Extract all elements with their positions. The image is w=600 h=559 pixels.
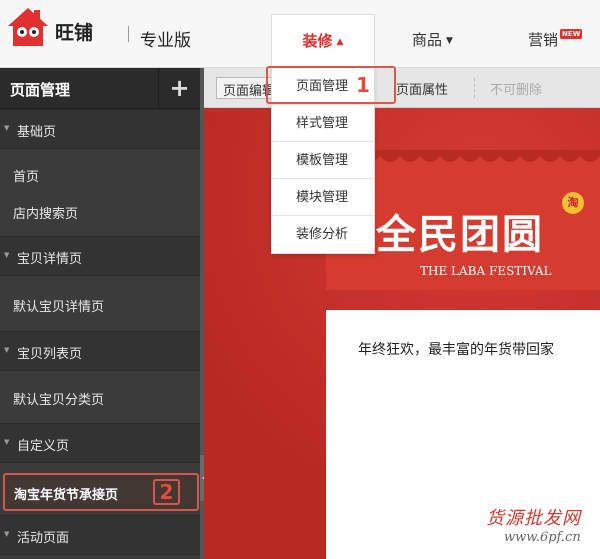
- watermark-url: www.6pf.cn: [504, 530, 581, 545]
- brand-edition: 专业版: [140, 31, 191, 51]
- step-badge-1: 1: [356, 73, 370, 97]
- page-properties-button[interactable]: 页面属性: [390, 77, 454, 99]
- new-badge: NEW: [560, 29, 583, 39]
- sidebar-group-label: 活动页面: [17, 531, 70, 546]
- triangle-down-icon: ▼: [4, 251, 10, 259]
- triangle-down-icon: ▼: [4, 530, 10, 538]
- nav-marketing-label: 营销: [528, 31, 559, 49]
- sidebar-group-label: 自定义页: [17, 439, 70, 454]
- sidebar-item-label: 淘宝年货节承接页: [14, 488, 119, 503]
- menu-highlight-box: 1: [266, 66, 396, 104]
- triangle-down-icon: ▼: [4, 438, 10, 446]
- menu-item-label: 装修分析: [296, 227, 349, 242]
- nav-goods[interactable]: 商品 ▼: [412, 29, 453, 50]
- toolbar-divider: [474, 78, 475, 98]
- sidebar-group-item-detail[interactable]: ▼ 宝贝详情页: [0, 236, 200, 276]
- sidebar-header: 页面管理 +: [0, 68, 200, 109]
- sidebar-page-list-basic: 首页 店内搜索页: [0, 150, 200, 232]
- sidebar-item-default-category[interactable]: 默认宝贝分类页: [13, 389, 104, 408]
- menu-item-label: 样式管理: [296, 116, 349, 131]
- sidebar-group-item-list[interactable]: ▼ 宝贝列表页: [0, 331, 200, 371]
- tao-badge: 淘: [562, 192, 584, 214]
- menu-item-template-management[interactable]: 模板管理: [272, 142, 374, 179]
- plus-icon[interactable]: +: [158, 68, 200, 109]
- not-deletable-label: 不可删除: [490, 83, 543, 98]
- nav-marketing[interactable]: 营销 NEW: [528, 29, 583, 50]
- sidebar-item-store-search[interactable]: 店内搜索页: [13, 203, 78, 222]
- sidebar-item-festival-landing[interactable]: 淘宝年货节承接页 2: [3, 473, 199, 511]
- promo-text: 年终狂欢，最丰富的年货带回家: [358, 342, 554, 358]
- top-header: 旺铺 专业版 装修 ▲ 商品 ▼ 营销 NEW: [0, 0, 600, 68]
- menu-item-label: 模块管理: [296, 190, 349, 205]
- sidebar-item-default-detail[interactable]: 默认宝贝详情页: [13, 296, 104, 315]
- page-preview-canvas[interactable]: 全民团圆 淘 THE LABA FESTIVAL 年终狂欢，最丰富的年货带回家: [204, 108, 600, 559]
- nav-goods-label: 商品: [412, 31, 443, 49]
- sidebar-group-label: 宝贝列表页: [17, 347, 83, 362]
- nav-decorate[interactable]: 装修 ▲: [271, 14, 375, 68]
- triangle-down-icon: ▼: [4, 124, 10, 132]
- menu-item-style-management[interactable]: 样式管理: [272, 105, 374, 142]
- menu-item-label: 模板管理: [296, 153, 349, 168]
- sidebar-item-home[interactable]: 首页: [13, 166, 39, 185]
- sidebar-group-custom[interactable]: ▼ 自定义页: [0, 423, 200, 463]
- caret-down-icon: ▼: [446, 36, 453, 46]
- triangle-down-icon: ▼: [4, 346, 10, 354]
- sidebar-title: 页面管理: [10, 81, 71, 99]
- sidebar-group-activity[interactable]: ▼ 活动页面: [0, 515, 200, 555]
- sidebar-page-list-list: 默认宝贝分类页: [0, 371, 200, 421]
- step-badge-2: 2: [153, 479, 180, 505]
- brand-name: 旺铺: [55, 22, 94, 44]
- sidebar-group-label: 基础页: [17, 125, 57, 140]
- brand-divider: [128, 26, 129, 42]
- sidebar-group-basic[interactable]: ▼ 基础页: [0, 109, 200, 149]
- shop-logo-icon[interactable]: [6, 6, 50, 48]
- caret-up-icon: ▲: [336, 37, 344, 47]
- menu-item-module-management[interactable]: 模块管理: [272, 179, 374, 216]
- sidebar-page-list-detail: 默认宝贝详情页: [0, 276, 200, 326]
- watermark-title: 货源批发网: [486, 508, 581, 529]
- nav-decorate-label: 装修: [302, 32, 333, 50]
- sidebar-group-label: 宝贝详情页: [17, 252, 83, 267]
- menu-item-decoration-analysis[interactable]: 装修分析: [272, 216, 374, 253]
- banner-title: 全民团圆: [376, 211, 544, 258]
- banner-subtitle: THE LABA FESTIVAL: [420, 264, 552, 278]
- editor-toolbar: 页面编辑 页面属性 不可删除: [204, 68, 600, 108]
